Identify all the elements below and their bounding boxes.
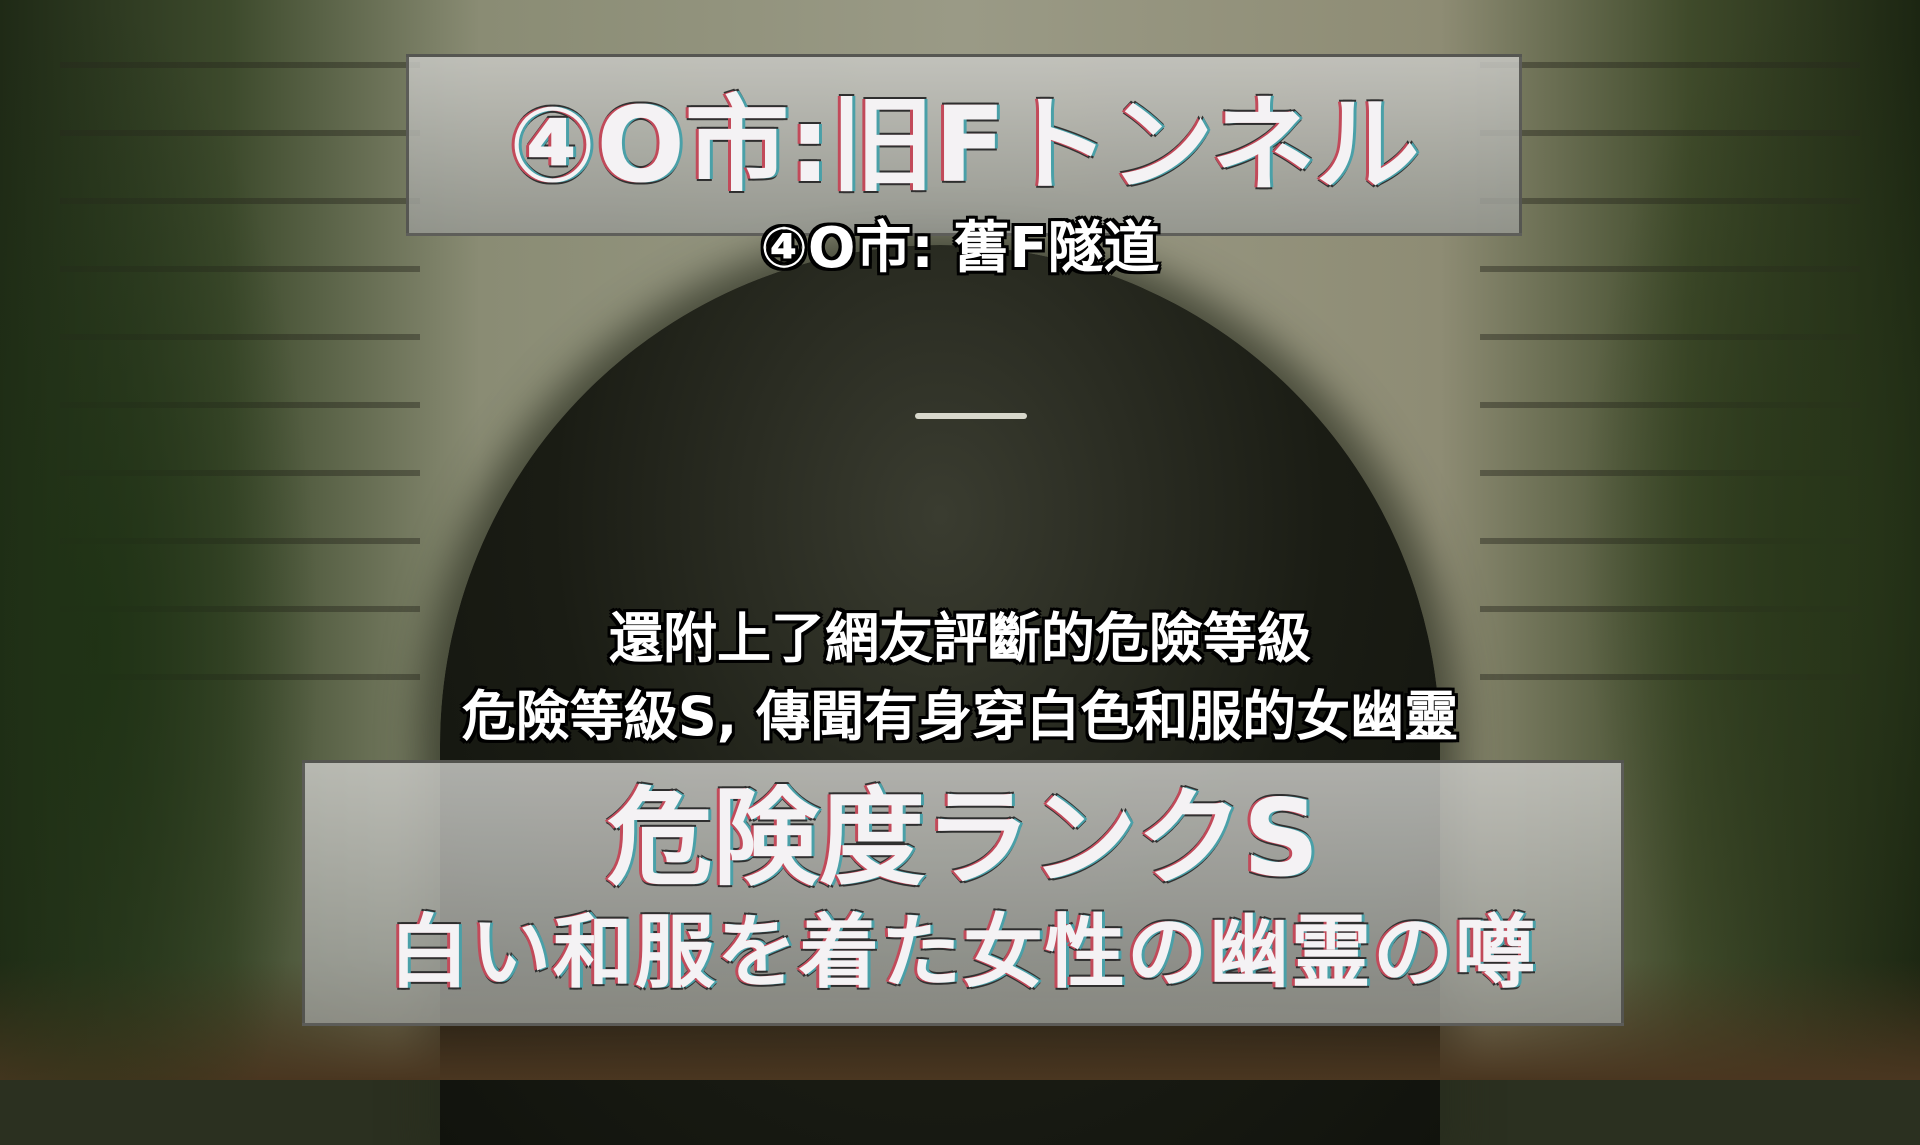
tunnel-light — [915, 413, 1027, 419]
location-title-sign: ④O市:旧Fトンネル — [406, 54, 1522, 236]
subtitle-location-translation: ④O市: 舊F隧道 — [760, 216, 1160, 281]
danger-rank-text: 危険度ランクS — [606, 777, 1320, 900]
location-title: ④O市:旧Fトンネル — [508, 84, 1420, 206]
subtitle-line-2: 危險等級S, 傳聞有身穿白色和服的女幽靈 — [461, 685, 1459, 748]
foliage-left — [0, 0, 320, 1080]
rumor-text: 白い和服を着た女性の幽霊の噂 — [389, 906, 1537, 999]
danger-rank-sign: 危険度ランクS 白い和服を着た女性の幽霊の噂 — [302, 760, 1624, 1026]
foliage-right — [1580, 0, 1920, 1080]
subtitle-line-1: 還附上了網友評斷的危險等級 — [609, 607, 1311, 670]
